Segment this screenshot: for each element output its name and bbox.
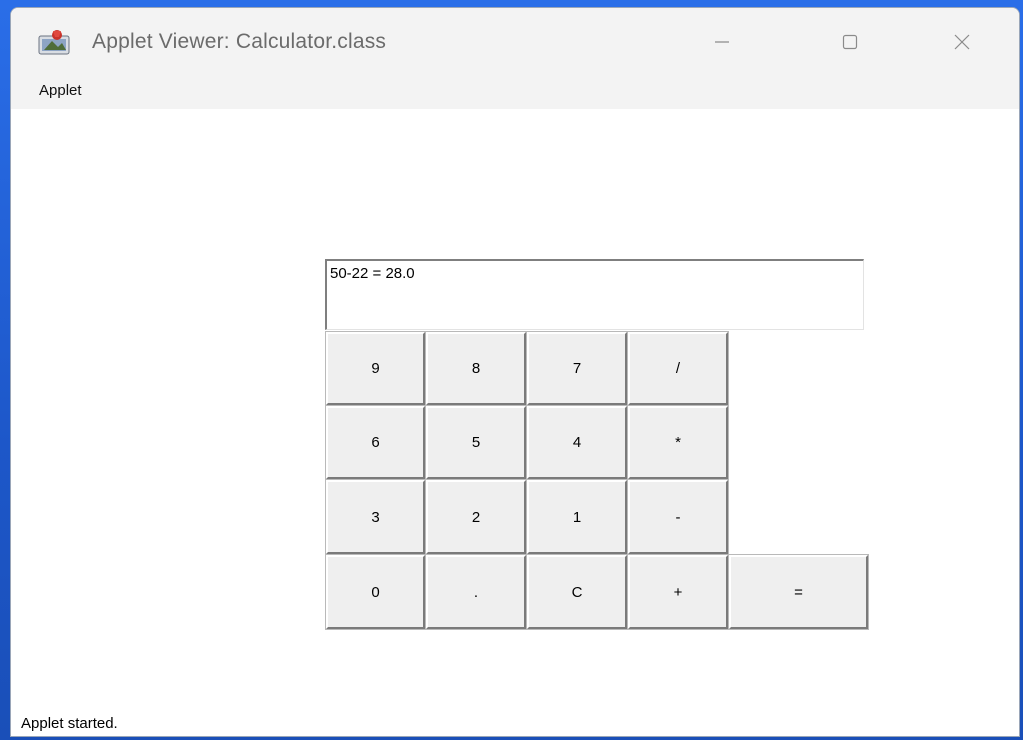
minimize-icon bbox=[715, 41, 729, 43]
key-divide[interactable]: / bbox=[627, 331, 729, 406]
key-equals[interactable]: = bbox=[728, 554, 869, 630]
key-decimal[interactable]: . bbox=[425, 554, 527, 630]
key-0[interactable]: 0 bbox=[325, 554, 426, 630]
key-clear[interactable]: C bbox=[526, 554, 628, 630]
key-4[interactable]: 4 bbox=[526, 405, 628, 480]
key-subtract[interactable]: - bbox=[627, 479, 729, 555]
key-7[interactable]: 7 bbox=[526, 331, 628, 406]
calculator-display[interactable]: 50-22 = 28.0 bbox=[325, 259, 864, 330]
java-applet-icon bbox=[38, 30, 70, 55]
applet-viewer-window: Applet Viewer: Calculator.class Applet 5… bbox=[10, 7, 1020, 737]
applet-content: 50-22 = 28.0 9 8 7 / 6 5 4 * 3 2 1 - 0 .… bbox=[11, 109, 1019, 736]
window-title: Applet Viewer: Calculator.class bbox=[92, 30, 387, 53]
key-1[interactable]: 1 bbox=[526, 479, 628, 555]
key-5[interactable]: 5 bbox=[425, 405, 527, 480]
key-add[interactable]: + bbox=[627, 554, 729, 630]
key-3[interactable]: 3 bbox=[325, 479, 426, 555]
key-multiply[interactable]: * bbox=[627, 405, 729, 480]
minimize-button[interactable] bbox=[699, 20, 745, 64]
menu-bar: Applet bbox=[11, 73, 1019, 109]
menu-applet[interactable]: Applet bbox=[39, 82, 82, 99]
key-8[interactable]: 8 bbox=[425, 331, 527, 406]
title-bar[interactable]: Applet Viewer: Calculator.class bbox=[11, 8, 1019, 73]
maximize-icon bbox=[842, 34, 858, 50]
key-9[interactable]: 9 bbox=[325, 331, 426, 406]
close-button[interactable] bbox=[939, 20, 985, 64]
status-text: Applet started. bbox=[21, 715, 118, 732]
close-icon bbox=[954, 34, 970, 50]
key-6[interactable]: 6 bbox=[325, 405, 426, 480]
maximize-button[interactable] bbox=[827, 20, 873, 64]
key-2[interactable]: 2 bbox=[425, 479, 527, 555]
